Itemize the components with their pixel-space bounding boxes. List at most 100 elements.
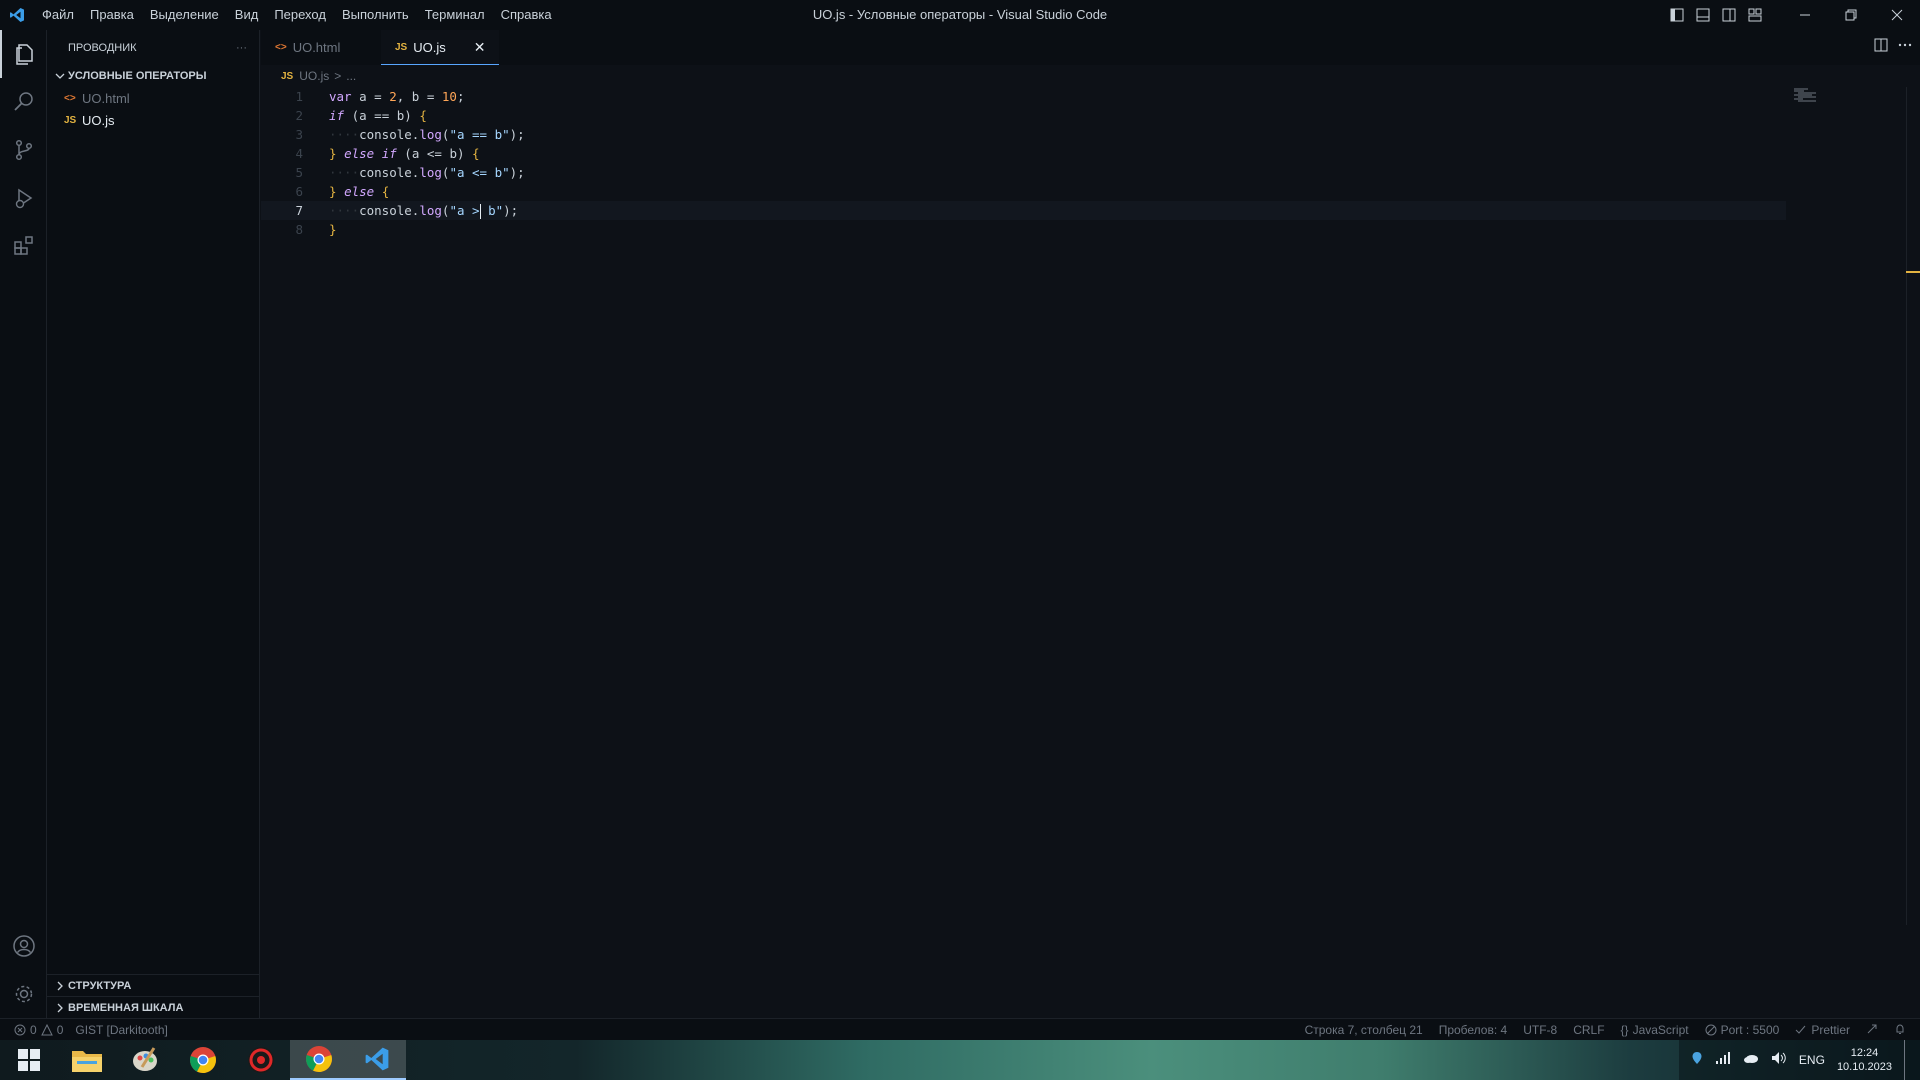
breadcrumb-separator: >: [334, 69, 342, 83]
customize-layout-icon[interactable]: [1742, 0, 1768, 30]
status-right: Строка 7, столбец 21 Пробелов: 4 UTF-8 C…: [1305, 1019, 1906, 1041]
error-count: 0: [30, 1022, 37, 1037]
settings-gear-icon[interactable]: [0, 970, 47, 1018]
chrome-canary-icon[interactable]: [290, 1040, 348, 1080]
tab-bar: <> UO.html JS UO.js ✕: [261, 30, 1920, 65]
line-number: 2: [295, 108, 303, 123]
breadcrumb-file[interactable]: UO.js: [299, 69, 329, 83]
tab-uo-js[interactable]: JS UO.js ✕: [381, 30, 500, 65]
onedrive-icon[interactable]: [1743, 1051, 1759, 1069]
timeline-label: ВРЕМЕННАЯ ШКАЛА: [68, 1001, 184, 1014]
file-explorer-icon[interactable]: [58, 1040, 116, 1080]
vertical-scrollbar[interactable]: [1906, 87, 1920, 925]
tab-label: UO.js: [413, 39, 446, 55]
close-window-icon[interactable]: [1874, 0, 1920, 30]
menu-go[interactable]: Переход: [266, 0, 334, 30]
file-item-uo-html[interactable]: <> UO.html: [47, 87, 259, 109]
editor-area: <> UO.html JS UO.js ✕ JS UO.js > ... 1 v…: [261, 30, 1920, 1018]
indentation[interactable]: Пробелов: 4: [1439, 1023, 1508, 1037]
source-control-icon[interactable]: [0, 126, 47, 174]
html-file-icon: <>: [275, 42, 287, 53]
title-bar: Файл Правка Выделение Вид Переход Выполн…: [0, 0, 1920, 30]
chevron-right-icon: [52, 1000, 68, 1016]
problems-indicator[interactable]: 0 0: [14, 1023, 63, 1037]
paint-icon[interactable]: [116, 1040, 174, 1080]
menu-selection[interactable]: Выделение: [142, 0, 227, 30]
network-icon[interactable]: [1715, 1051, 1731, 1070]
line-number: 1: [295, 89, 303, 104]
code-line: 1 var a = 2, b = 10;: [261, 87, 1901, 106]
menu-edit[interactable]: Правка: [82, 0, 142, 30]
vscode-logo-icon[interactable]: [0, 0, 34, 30]
location-icon[interactable]: [1691, 1051, 1703, 1070]
show-desktop-button[interactable]: [1904, 1040, 1908, 1080]
minimize-icon[interactable]: [1782, 0, 1828, 30]
windows-taskbar: ENG 12:24 10.10.2023: [0, 1040, 1920, 1080]
warning-count: 0: [56, 1022, 64, 1037]
line-number: 7: [295, 203, 303, 218]
language-mode[interactable]: {} JavaScript: [1621, 1023, 1689, 1037]
extensions-icon[interactable]: [0, 222, 47, 270]
warning-icon: [40, 1023, 53, 1035]
end-of-line[interactable]: CRLF: [1573, 1023, 1604, 1037]
prettier-status[interactable]: Prettier: [1795, 1023, 1850, 1037]
minimap[interactable]: [1794, 88, 1820, 102]
toggle-panel-icon[interactable]: [1690, 0, 1716, 30]
tab-uo-html[interactable]: <> UO.html: [261, 30, 381, 65]
port-label: Port : 5500: [1720, 1023, 1780, 1037]
code-editor[interactable]: 1 var a = 2, b = 10; 2 if (a == b) { 3 ·…: [261, 87, 1901, 239]
explorer-more-button[interactable]: ···: [236, 42, 247, 54]
text-cursor: [479, 203, 481, 219]
toggle-secondary-sidebar-icon[interactable]: [1716, 0, 1742, 30]
vscode-icon[interactable]: [348, 1040, 406, 1080]
encoding[interactable]: UTF-8: [1523, 1023, 1557, 1037]
sidebar-bottom-sections: СТРУКТУРА ВРЕМЕННАЯ ШКАЛА: [47, 974, 259, 1018]
volume-icon[interactable]: [1771, 1051, 1787, 1070]
clock[interactable]: 12:24 10.10.2023: [1837, 1046, 1892, 1074]
chrome-icon[interactable]: [174, 1040, 232, 1080]
folder-header[interactable]: УСЛОВНЫЕ ОПЕРАТОРЫ: [47, 65, 259, 87]
feedback-icon[interactable]: [1866, 1023, 1878, 1038]
gist-status[interactable]: GIST [Darkitooth]: [75, 1023, 167, 1037]
outline-section[interactable]: СТРУКТУРА: [47, 974, 259, 996]
windows-start-icon[interactable]: [0, 1040, 58, 1080]
run-debug-icon[interactable]: [0, 174, 47, 222]
explorer-icon[interactable]: [0, 30, 47, 78]
file-name: UO.js: [82, 112, 115, 128]
menu-file[interactable]: Файл: [34, 0, 82, 30]
breadcrumb-symbol[interactable]: ...: [346, 69, 356, 83]
live-server-port[interactable]: Port : 5500: [1705, 1023, 1780, 1037]
folder-name: УСЛОВНЫЕ ОПЕРАТОРЫ: [68, 70, 207, 82]
tab-label: UO.html: [292, 40, 341, 55]
explorer-title: ПРОВОДНИК: [68, 41, 137, 54]
activity-bar: [0, 30, 47, 1018]
cursor-position[interactable]: Строка 7, столбец 21: [1305, 1023, 1423, 1037]
menu-terminal[interactable]: Терминал: [417, 0, 493, 30]
account-icon[interactable]: [0, 922, 47, 970]
keyboard-language[interactable]: ENG: [1799, 1053, 1825, 1067]
close-tab-icon[interactable]: ✕: [474, 39, 486, 56]
restore-icon[interactable]: [1828, 0, 1874, 30]
notifications-bell-icon[interactable]: [1894, 1023, 1906, 1038]
status-bar: 0 0 GIST [Darkitooth] Строка 7, столбец …: [0, 1018, 1920, 1040]
js-file-icon: JS: [395, 41, 408, 53]
red-app-icon[interactable]: [232, 1040, 290, 1080]
menu-help[interactable]: Справка: [493, 0, 560, 30]
js-file-icon: JS: [281, 70, 294, 82]
menu-run[interactable]: Выполнить: [334, 0, 417, 30]
split-editor-icon[interactable]: [1874, 38, 1888, 57]
html-file-icon: <>: [64, 92, 76, 104]
file-item-uo-js[interactable]: JS UO.js: [47, 109, 259, 131]
line-number: 8: [295, 222, 303, 237]
search-icon[interactable]: [0, 78, 47, 126]
braces-icon: {}: [1620, 1023, 1629, 1037]
code-line: 6 } else {: [261, 182, 1901, 201]
chevron-right-icon: [52, 978, 68, 994]
code-line-current: 7 ····console.log("a > b");: [261, 201, 1786, 220]
menu-view[interactable]: Вид: [227, 0, 267, 30]
timeline-section[interactable]: ВРЕМЕННАЯ ШКАЛА: [47, 996, 259, 1018]
more-actions-icon[interactable]: [1898, 38, 1912, 57]
outline-label: СТРУКТУРА: [68, 979, 132, 992]
code-line: 2 if (a == b) {: [261, 106, 1901, 125]
toggle-sidebar-icon[interactable]: [1664, 0, 1690, 30]
